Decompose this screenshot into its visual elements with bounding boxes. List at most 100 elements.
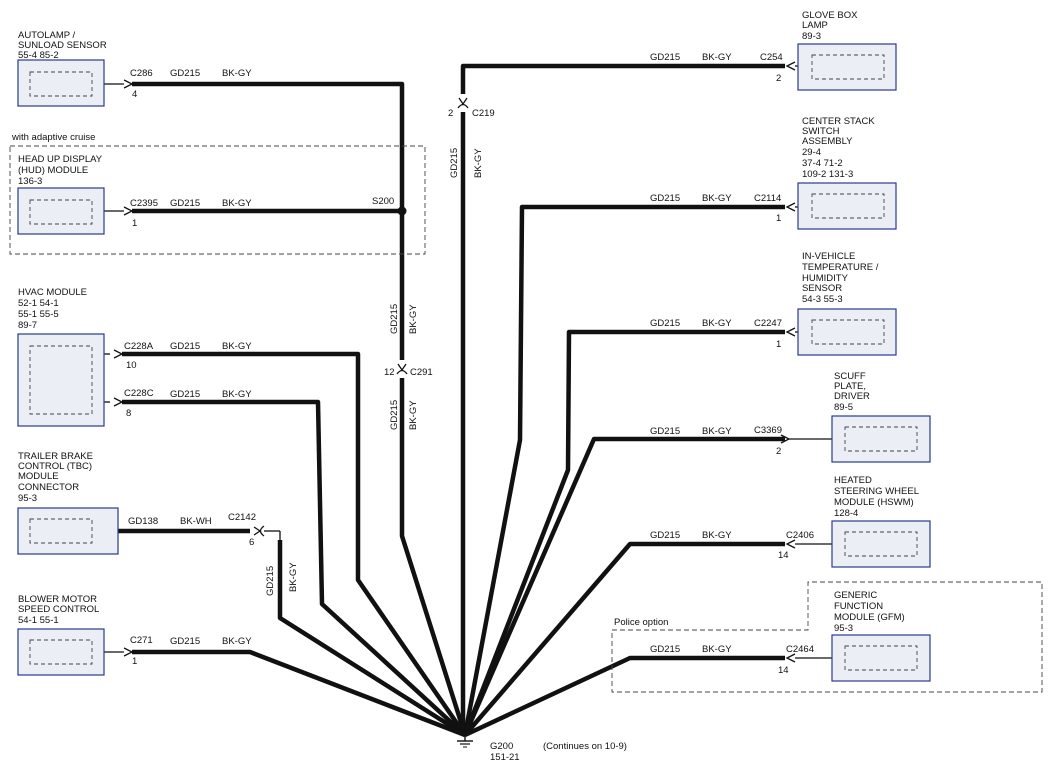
wire-glovebox	[460, 63, 785, 94]
circuit-label: GD215	[170, 198, 200, 209]
police-option-box	[611, 581, 1043, 693]
connector-c228a: C228A	[124, 341, 154, 352]
module-centerstack	[797, 182, 897, 230]
connector-c3369: C3369	[754, 425, 782, 436]
circuit-label: GD215	[170, 68, 200, 79]
police-option-label: Police option	[614, 617, 668, 628]
scuff-title: SCUFF PLATE, DRIVER 89-5	[834, 371, 873, 413]
connector-c2406: C2406	[786, 530, 814, 541]
pin-c228a: 10	[126, 360, 137, 371]
color-label-vertical: BK-GY	[288, 562, 299, 592]
circuit-label: GD215	[170, 341, 200, 352]
wire-tbc-ground	[277, 540, 467, 737]
color-label: BK-GY	[222, 198, 252, 209]
gfm-title: GENERIC FUNCTION MODULE (GFM) 95-3	[834, 590, 907, 634]
connector-c228c: C228C	[124, 388, 154, 399]
wire-autolamp	[132, 81, 405, 360]
module-glovebox	[797, 43, 897, 91]
color-label: BK-GY	[702, 644, 732, 655]
connector-c271: C271	[130, 635, 153, 646]
wire-hswm	[463, 541, 785, 737]
pin-c2406: 14	[778, 550, 789, 561]
circuit-label-vertical: GD215	[389, 304, 400, 334]
color-label-vertical: BK-GY	[408, 400, 419, 430]
hud-title: HEAD UP DISPLAY (HUD) MODULE 136-3	[18, 154, 105, 187]
connector-c2395: C2395	[130, 198, 158, 209]
pin-c291: 12	[384, 367, 395, 378]
circuit-label: GD215	[650, 426, 680, 437]
color-label: BK-GY	[702, 318, 732, 329]
pin-c2464: 14	[778, 665, 789, 676]
pin-c219: 2	[448, 108, 453, 119]
pin-c228c: 8	[126, 408, 131, 419]
connector-c2464: C2464	[786, 644, 814, 655]
hswm-title: HEATED STEERING WHEEL MODULE (HSWM) 128-…	[834, 475, 921, 519]
connector-c286: C286	[130, 68, 153, 79]
pin-c2114: 1	[776, 213, 781, 224]
ground-icon	[457, 735, 473, 748]
circuit-label: GD215	[170, 389, 200, 400]
module-tbc	[17, 507, 119, 555]
color-label: BK-GY	[702, 530, 732, 541]
circuit-label-tbc: GD138	[128, 516, 158, 527]
color-label: BK-GY	[702, 52, 732, 63]
circuit-label-vertical: GD215	[449, 148, 460, 178]
pin-c2395: 1	[132, 218, 137, 229]
circuit-label: GD215	[650, 52, 680, 63]
module-invehicle	[797, 308, 897, 356]
tbc-title: TRAILER BRAKE CONTROL (TBC) MODULE CONNE…	[18, 451, 96, 504]
color-label: BK-GY	[702, 426, 732, 437]
color-label-tbc: BK-WH	[180, 516, 212, 527]
circuit-label: GD215	[170, 636, 200, 647]
continues-note: (Continues on 10-9)	[543, 741, 627, 752]
color-label-vertical: BK-GY	[473, 148, 484, 178]
pin-c2142: 6	[249, 537, 254, 548]
color-label-vertical: BK-GY	[408, 304, 419, 334]
module-hvac	[17, 333, 105, 427]
connector-c2142: C2142	[228, 512, 256, 523]
pin-c271: 1	[132, 656, 137, 667]
pin-c3369: 2	[776, 446, 781, 457]
module-hud	[17, 187, 105, 235]
module-hswm	[831, 520, 931, 568]
centerstack-title: CENTER STACK SWITCH ASSEMBLY 29-4 37-4 7…	[802, 116, 877, 180]
splice-s200-dot	[397, 206, 407, 216]
connector-marks	[104, 61, 832, 663]
connector-c219: C219	[472, 108, 495, 119]
pin-c286: 4	[132, 89, 137, 100]
module-gfm	[831, 634, 931, 682]
pin-c254: 2	[776, 73, 781, 84]
connector-c2114: C2114	[754, 193, 781, 204]
autolamp-title: AUTOLAMP / SUNLOAD SENSOR 55-4 85-2	[18, 30, 109, 61]
adaptive-cruise-option-label: with adaptive cruise	[11, 132, 95, 143]
blower-title: BLOWER MOTOR SPEED CONTROL 54-1 55-1	[18, 594, 102, 626]
ground-g200: G200	[490, 741, 513, 752]
connector-c254: C254	[760, 52, 783, 63]
color-label: BK-GY	[222, 341, 252, 352]
module-blower	[17, 628, 105, 676]
circuit-label-vertical: GD215	[265, 566, 276, 596]
hvac-title: HVAC MODULE 52-1 54-1 55-1 55-5 89-7	[18, 287, 90, 331]
wire-c291-ground	[399, 378, 468, 736]
circuit-label: GD215	[650, 530, 680, 541]
wire-invehicle	[462, 329, 785, 736]
module-autolamp	[17, 59, 105, 107]
color-label: BK-GY	[222, 636, 252, 647]
circuit-label: GD215	[650, 193, 680, 204]
glovebox-title: GLOVE BOX LAMP 89-3	[802, 10, 860, 42]
color-label: BK-GY	[702, 193, 732, 204]
ground-ref: 151-21	[490, 752, 520, 763]
color-label: BK-GY	[222, 68, 252, 79]
connector-c291: C291	[410, 367, 433, 378]
invehicle-title: IN-VEHICLE TEMPERATURE / HUMIDITY SENSOR…	[802, 251, 881, 305]
circuit-label-vertical: GD215	[389, 400, 400, 430]
wiring-diagram: with adaptive cruise Police option AUTOL…	[9, 10, 1043, 763]
splice-s200: S200	[372, 196, 394, 207]
circuit-label: GD215	[650, 318, 680, 329]
pin-c2247: 1	[776, 339, 781, 350]
circuit-label: GD215	[650, 644, 680, 655]
wire-gfm	[464, 655, 785, 738]
color-label: BK-GY	[222, 389, 252, 400]
connector-c2247: C2247	[754, 318, 782, 329]
module-scuff	[831, 415, 931, 463]
